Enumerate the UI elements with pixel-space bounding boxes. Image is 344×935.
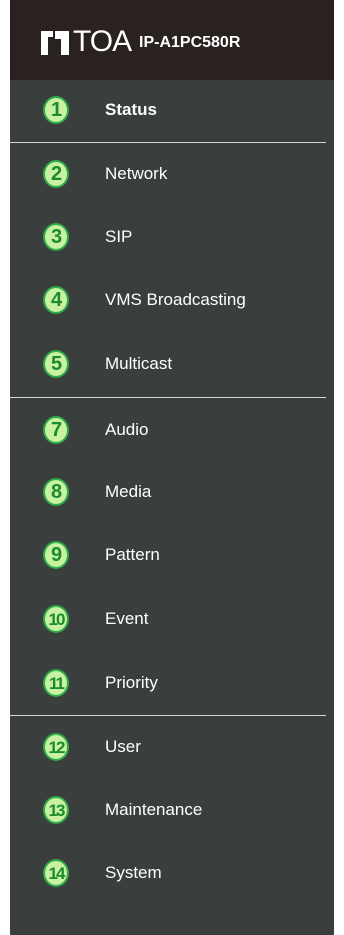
toa-logo-icon — [41, 31, 69, 55]
nav-item-multicast[interactable]: 5 Multicast — [10, 334, 334, 394]
badge-10-icon: 10 — [43, 605, 69, 633]
nav-item-label: Audio — [105, 420, 149, 439]
badge-3-icon: 3 — [43, 223, 69, 251]
nav-item-network[interactable]: 2 Network — [10, 144, 334, 204]
nav-item-label: Media — [105, 482, 152, 501]
nav-item-maintenance[interactable]: 13 Maintenance — [10, 780, 334, 840]
badge-14-icon: 14 — [43, 859, 69, 887]
nav-item-label: VMS Broadcasting — [105, 290, 246, 309]
badge-4-icon: 4 — [43, 286, 69, 314]
nav-item-label: Status — [105, 100, 157, 119]
nav-divider — [10, 397, 326, 398]
badge-12-icon: 12 — [43, 733, 69, 761]
badge-5-icon: 5 — [43, 350, 69, 378]
nav-item-pattern[interactable]: 9 Pattern — [10, 525, 334, 585]
badge-11-icon: 11 — [43, 669, 69, 697]
app-header: TOA IP-A1PC580R — [10, 0, 334, 80]
badge-7-icon: 7 — [43, 416, 69, 444]
badge-9-icon: 9 — [43, 541, 69, 569]
nav-item-system[interactable]: 14 System — [10, 843, 334, 903]
nav-item-status[interactable]: 1 Status — [10, 80, 334, 140]
nav-item-label: Priority — [105, 673, 158, 692]
model-name: IP-A1PC580R — [139, 34, 241, 51]
nav-item-label: Multicast — [105, 354, 173, 373]
nav-item-media[interactable]: 8 Media — [10, 462, 334, 522]
nav-item-label: User — [105, 737, 141, 756]
nav-item-label: System — [105, 863, 162, 882]
nav-item-priority[interactable]: 11 Priority — [10, 653, 334, 713]
nav-item-label: Maintenance — [105, 800, 203, 819]
badge-1-icon: 1 — [43, 96, 69, 124]
nav-divider — [10, 142, 326, 143]
brand-name: TOA — [73, 25, 132, 58]
nav-divider — [10, 715, 326, 716]
nav-item-vms-broadcasting[interactable]: 4 VMS Broadcasting — [10, 270, 334, 330]
nav-item-label: Network — [105, 164, 168, 183]
nav-item-label: Event — [105, 609, 149, 628]
sidebar-nav: TOA IP-A1PC580R 1 Status 2 Network 3 SIP… — [10, 0, 334, 935]
nav-item-label: Pattern — [105, 545, 160, 564]
badge-13-icon: 13 — [43, 796, 69, 824]
badge-2-icon: 2 — [43, 160, 69, 188]
nav-item-label: SIP — [105, 227, 133, 246]
nav-item-sip[interactable]: 3 SIP — [10, 207, 334, 267]
nav-item-user[interactable]: 12 User — [10, 717, 334, 777]
nav-item-audio[interactable]: 7 Audio — [10, 400, 334, 460]
badge-8-icon: 8 — [43, 478, 69, 506]
nav-item-event[interactable]: 10 Event — [10, 589, 334, 649]
